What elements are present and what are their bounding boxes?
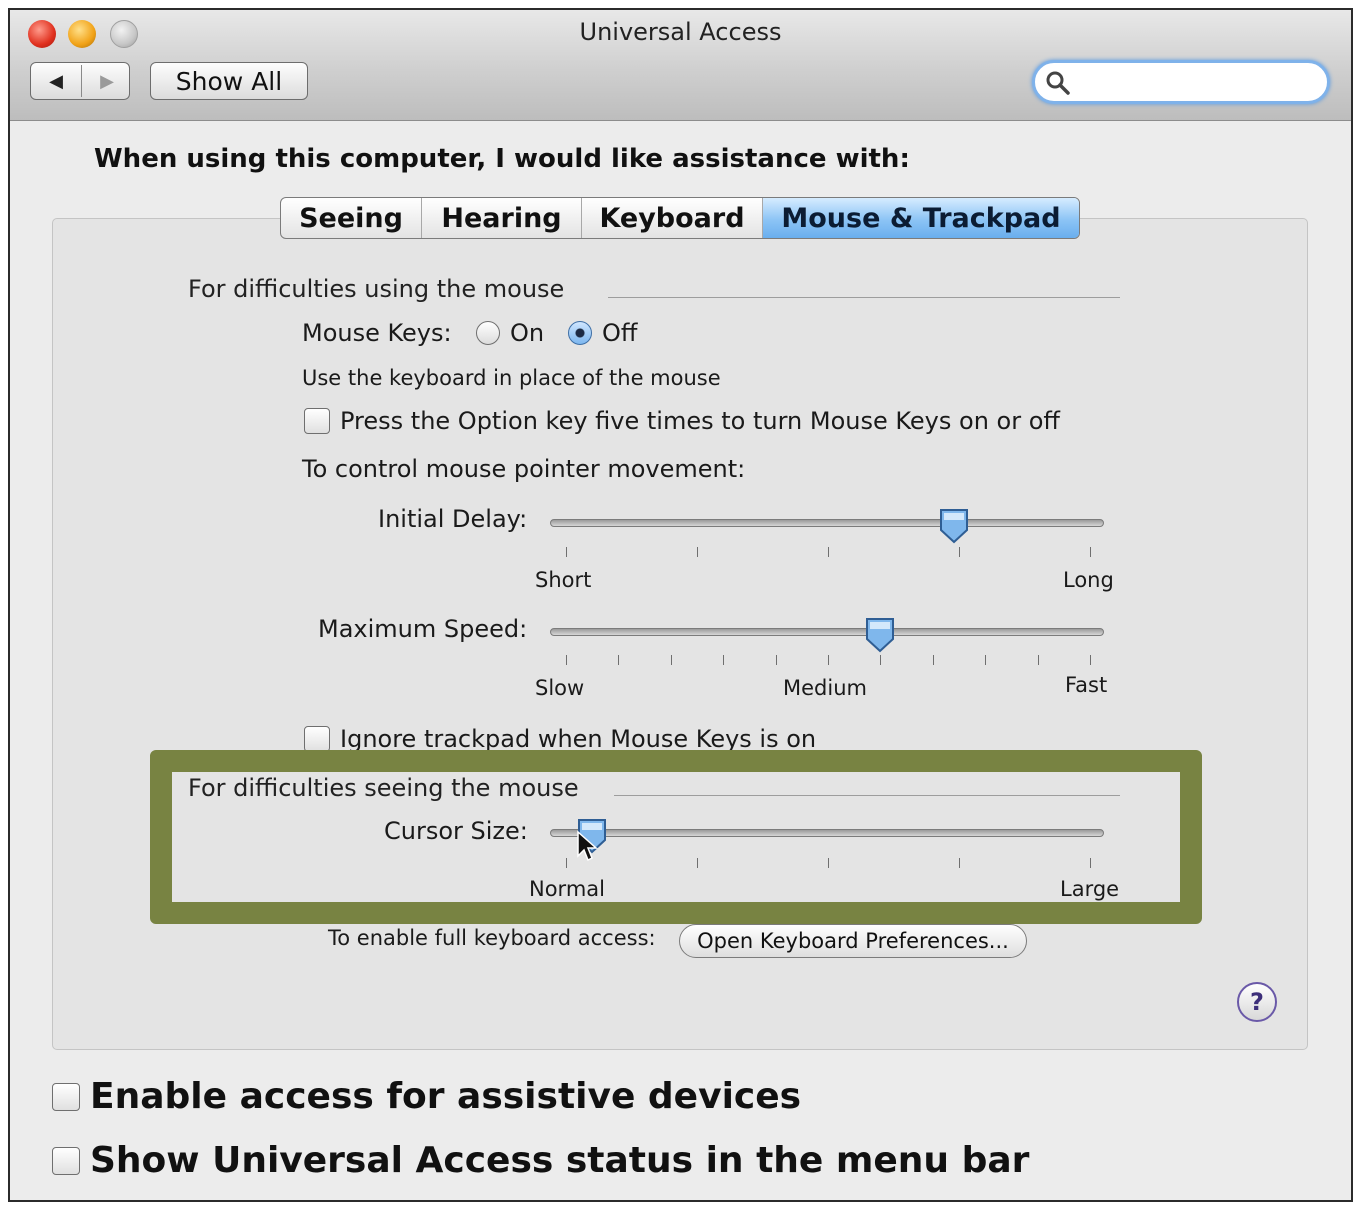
- tab-hearing[interactable]: Hearing: [422, 198, 582, 238]
- maximum-speed-mid-label: Medium: [783, 676, 867, 700]
- assistive-devices-label[interactable]: Enable access for assistive devices: [90, 1076, 801, 1117]
- maximum-speed-tick: [932, 655, 934, 665]
- pointer-control-label: To control mouse pointer movement:: [302, 455, 746, 483]
- forward-arrow-icon: ▶: [100, 70, 114, 92]
- title-bar: Universal Access ◀ ▶ Show All: [10, 10, 1351, 121]
- keyboard-access-label: To enable full keyboard access:: [328, 926, 656, 950]
- maximum-speed-thumb[interactable]: [864, 617, 896, 653]
- maximum-speed-tick: [618, 655, 620, 665]
- maximum-speed-track[interactable]: [550, 628, 1104, 636]
- maximum-speed-tick: [566, 655, 567, 665]
- initial-delay-tick: [959, 547, 960, 557]
- assistive-devices-checkbox[interactable]: [52, 1082, 80, 1111]
- preferences-window: Universal Access ◀ ▶ Show All When using…: [8, 8, 1353, 1202]
- initial-delay-tick: [828, 547, 829, 557]
- maximum-speed-tick: [723, 655, 725, 665]
- initial-delay-track[interactable]: [550, 519, 1104, 527]
- status-menu-row[interactable]: Show Universal Access status in the menu…: [52, 1140, 1029, 1181]
- ignore-trackpad-label[interactable]: Ignore trackpad when Mouse Keys is on: [340, 725, 816, 753]
- initial-delay-max-label: Long: [1063, 568, 1114, 592]
- show-all-button[interactable]: Show All: [150, 62, 308, 100]
- initial-delay-min-label: Short: [535, 568, 592, 592]
- forward-button[interactable]: ▶: [82, 63, 132, 99]
- mouse-keys-off-label[interactable]: Off: [602, 319, 637, 347]
- mouse-keys-on-label[interactable]: On: [510, 319, 544, 347]
- option-key-checkbox[interactable]: [304, 408, 330, 434]
- mouse-keys-on-radio[interactable]: [476, 321, 500, 345]
- mouse-section-rule: [608, 297, 1120, 298]
- status-menu-label[interactable]: Show Universal Access status in the menu…: [90, 1140, 1029, 1181]
- tab-keyboard[interactable]: Keyboard: [582, 198, 763, 238]
- initial-delay-tick: [1090, 547, 1091, 557]
- maximum-speed-tick: [670, 655, 672, 665]
- maximum-speed-tick: [1090, 655, 1091, 665]
- initial-delay-thumb[interactable]: [938, 508, 970, 544]
- mouse-keys-hint: Use the keyboard in place of the mouse: [302, 366, 721, 390]
- tab-seeing[interactable]: Seeing: [281, 198, 422, 238]
- search-icon: [1046, 71, 1070, 95]
- search-field[interactable]: [1032, 60, 1330, 104]
- search-input[interactable]: [1077, 67, 1321, 99]
- window-title: Universal Access: [579, 18, 782, 46]
- maximum-speed-max-label: Fast: [1065, 673, 1108, 697]
- assistance-heading: When using this computer, I would like a…: [94, 144, 910, 174]
- maximum-speed-label: Maximum Speed:: [318, 615, 528, 643]
- maximum-speed-tick: [1037, 655, 1039, 665]
- maximum-speed-tick: [985, 655, 987, 665]
- back-button[interactable]: ◀: [31, 63, 81, 99]
- maximum-speed-tick: [828, 655, 829, 665]
- initial-delay-label: Initial Delay:: [378, 505, 528, 533]
- mouse-section-title: For difficulties using the mouse: [188, 275, 565, 303]
- back-arrow-icon: ◀: [49, 70, 63, 92]
- initial-delay-tick: [566, 547, 567, 557]
- assistive-devices-row[interactable]: Enable access for assistive devices: [52, 1076, 801, 1117]
- mouse-keys-label: Mouse Keys:: [302, 319, 452, 347]
- option-key-label[interactable]: Press the Option key five times to turn …: [340, 407, 1060, 435]
- back-forward-control: ◀ ▶: [30, 62, 130, 100]
- initial-delay-tick: [697, 547, 698, 557]
- highlight-annotation-box: [150, 750, 1202, 924]
- mouse-keys-off-radio[interactable]: [568, 321, 592, 345]
- help-button[interactable]: ?: [1237, 982, 1277, 1022]
- ignore-trackpad-checkbox[interactable]: [304, 726, 330, 752]
- maximum-speed-tick: [880, 655, 882, 665]
- tab-mouse-trackpad[interactable]: Mouse & Trackpad: [763, 198, 1079, 238]
- maximum-speed-min-label: Slow: [535, 676, 585, 700]
- category-tabs: Seeing Hearing Keyboard Mouse & Trackpad: [280, 197, 1080, 239]
- status-menu-checkbox[interactable]: [52, 1146, 80, 1175]
- open-keyboard-preferences-button[interactable]: Open Keyboard Preferences...: [679, 924, 1027, 958]
- maximum-speed-tick: [775, 655, 777, 665]
